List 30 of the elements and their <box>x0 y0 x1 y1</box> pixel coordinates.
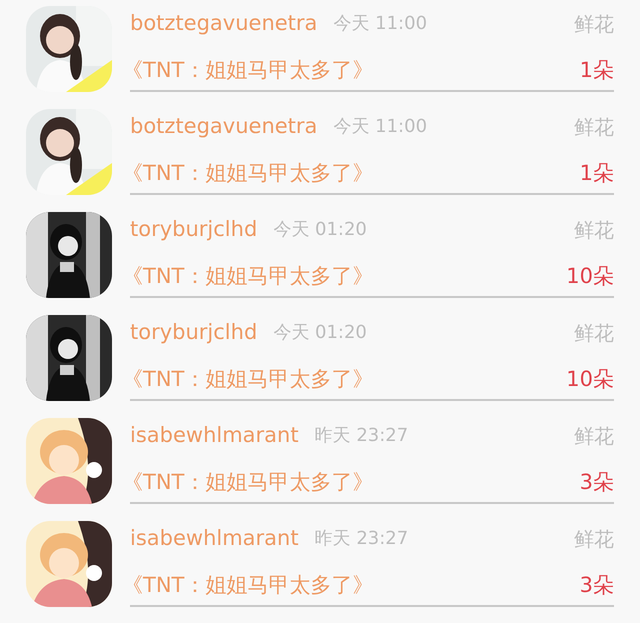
username: botztegavuenetra <box>130 10 318 37</box>
timestamp: 今天 01:20 <box>273 321 367 346</box>
gift-type: 鲜花 <box>574 10 614 38</box>
book-title: 《TNT：姐姐马甲太多了》 <box>122 366 374 392</box>
gift-count: 10朵 <box>566 366 614 392</box>
gift-count: 1朵 <box>580 160 614 186</box>
timestamp: 今天 01:20 <box>273 218 367 242</box>
username: botztegavuenetra <box>130 113 318 140</box>
book-title: 《TNT：姐姐马甲太多了》 <box>122 160 374 186</box>
timestamp: 昨天 23:27 <box>314 527 408 552</box>
book-title: 《TNT：姐姐马甲太多了》 <box>122 56 374 84</box>
gift-type: 鲜花 <box>574 422 614 450</box>
username: toryburjclhd <box>130 216 258 243</box>
book-title: 《TNT：姐姐马甲太多了》 <box>122 262 374 290</box>
username: isabewhlmarant <box>130 422 299 449</box>
gift-type: 鲜花 <box>574 320 614 347</box>
timestamp: 昨天 23:27 <box>314 424 408 448</box>
gift-type: 鲜花 <box>574 526 614 553</box>
gift-count: 3朵 <box>580 572 614 598</box>
gift-type: 鲜花 <box>574 114 614 141</box>
timestamp: 今天 11:00 <box>333 12 428 36</box>
username: toryburjclhd <box>130 319 258 346</box>
gift-count: 3朵 <box>580 468 614 496</box>
book-title: 《TNT：姐姐马甲太多了》 <box>122 468 374 496</box>
timestamp: 今天 11:00 <box>333 115 428 140</box>
book-title: 《TNT：姐姐马甲太多了》 <box>122 572 374 598</box>
gift-count: 1朵 <box>580 56 614 84</box>
username: isabewhlmarant <box>130 525 299 552</box>
gift-type: 鲜花 <box>574 216 614 244</box>
gift-count: 10朵 <box>566 262 614 290</box>
